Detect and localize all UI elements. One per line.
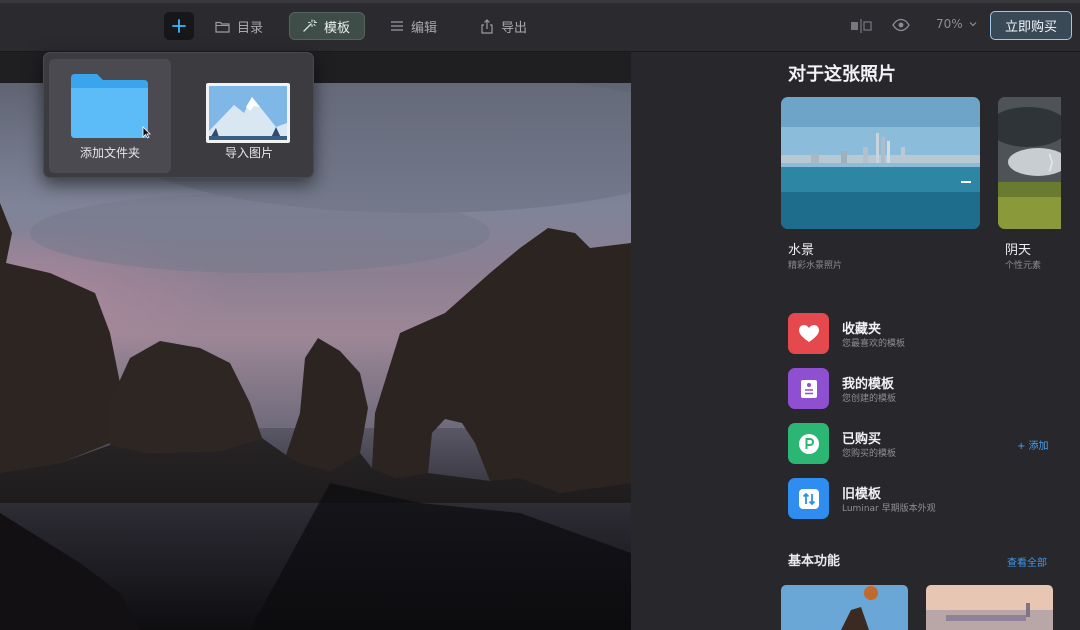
city-sunset-thumbnail <box>926 585 1053 630</box>
compare-button[interactable] <box>850 18 872 37</box>
purchase-icon <box>788 423 829 464</box>
import-image-label: 导入图片 <box>224 146 273 160</box>
template-item-favorites[interactable]: 收藏夹 您最喜欢的模板 <box>788 313 1058 355</box>
folder-icon <box>71 74 148 138</box>
toolbar: 目录 模板 编辑 导出 70% 立即购买 <box>0 0 1080 52</box>
import-image-option[interactable]: 导入图片 <box>188 59 310 173</box>
card-subtitle-overcast: 个性元素 <box>1005 261 1042 271</box>
template-item-title: 收藏夹 <box>842 322 882 337</box>
panel-title: 对于这张照片 <box>788 64 896 85</box>
zoom-value: 70% <box>936 17 963 31</box>
template-card-waterscape[interactable] <box>781 97 980 229</box>
carousel-next-icon[interactable]: ⟩ <box>1047 150 1055 174</box>
add-folder-option[interactable]: 添加文件夹 <box>49 59 171 173</box>
section-title-essentials: 基本功能 <box>788 554 841 569</box>
cursor-icon <box>142 126 151 139</box>
image-icon <box>206 83 290 143</box>
tab-templates-label: 模板 <box>324 20 351 36</box>
essentials-thumbnail-2[interactable] <box>926 585 1053 630</box>
preview-button[interactable] <box>892 17 910 36</box>
template-item-legacy[interactable]: 旧模板 Luminar 早期版本外观 <box>788 478 1058 520</box>
zoom-dropdown[interactable]: 70% <box>936 17 977 31</box>
template-item-my-templates[interactable]: 我的模板 您创建的模板 <box>788 368 1058 410</box>
tab-catalog[interactable]: 目录 <box>215 12 263 40</box>
card-title-overcast: 阴天 <box>1005 243 1032 258</box>
template-item-title: 旧模板 <box>842 487 882 502</box>
eye-icon <box>892 18 910 32</box>
tab-edit-label: 编辑 <box>411 20 438 36</box>
import-popup: 添加文件夹 导入图片 <box>43 52 314 178</box>
document-icon <box>788 368 829 409</box>
heart-icon <box>788 313 829 354</box>
chevron-down-icon <box>969 22 977 27</box>
template-item-subtitle: 您购买的模板 <box>842 449 897 459</box>
card-subtitle-waterscape: 精彩水景照片 <box>788 261 843 271</box>
add-folder-label: 添加文件夹 <box>79 146 140 160</box>
window-top-edge <box>0 0 1080 3</box>
tab-edit[interactable]: 编辑 <box>390 12 437 40</box>
swap-icon <box>788 478 829 519</box>
template-item-subtitle: Luminar 早期版本外观 <box>842 504 936 514</box>
tab-export[interactable]: 导出 <box>480 12 527 40</box>
template-item-title: 我的模板 <box>842 377 895 392</box>
tab-export-label: 导出 <box>501 20 528 36</box>
waterscape-thumbnail <box>781 97 980 229</box>
buy-now-button[interactable]: 立即购买 <box>990 11 1072 40</box>
tab-templates[interactable]: 模板 <box>289 12 366 40</box>
card-title-waterscape: 水景 <box>788 243 815 258</box>
basketball-thumbnail <box>781 585 908 630</box>
view-all-link[interactable]: 查看全部 <box>1007 554 1047 569</box>
magic-wand-icon <box>303 19 317 32</box>
template-item-subtitle: 您创建的模板 <box>842 394 897 404</box>
tab-catalog-label: 目录 <box>237 20 264 36</box>
templates-panel: 对于这张照片 水景 精彩水景照片 ⟩ 阴天 个性元素 收藏夹 您最喜欢的模板 我… <box>631 52 1080 630</box>
share-icon <box>481 18 493 34</box>
essentials-thumbnail-1[interactable] <box>781 585 908 630</box>
compare-icon <box>851 19 872 33</box>
template-item-subtitle: 您最喜欢的模板 <box>842 339 906 349</box>
template-item-title: 已购买 <box>842 432 882 447</box>
add-purchased-link[interactable]: + 添加 <box>1017 437 1049 452</box>
sliders-icon <box>391 21 403 31</box>
folder-outline-icon <box>215 21 230 33</box>
app-window: 目录 模板 编辑 导出 70% 立即购买 添加文件夹 导入图片 对于这张照片 水… <box>0 0 1080 630</box>
add-button[interactable] <box>164 12 194 40</box>
plus-icon <box>172 19 186 33</box>
